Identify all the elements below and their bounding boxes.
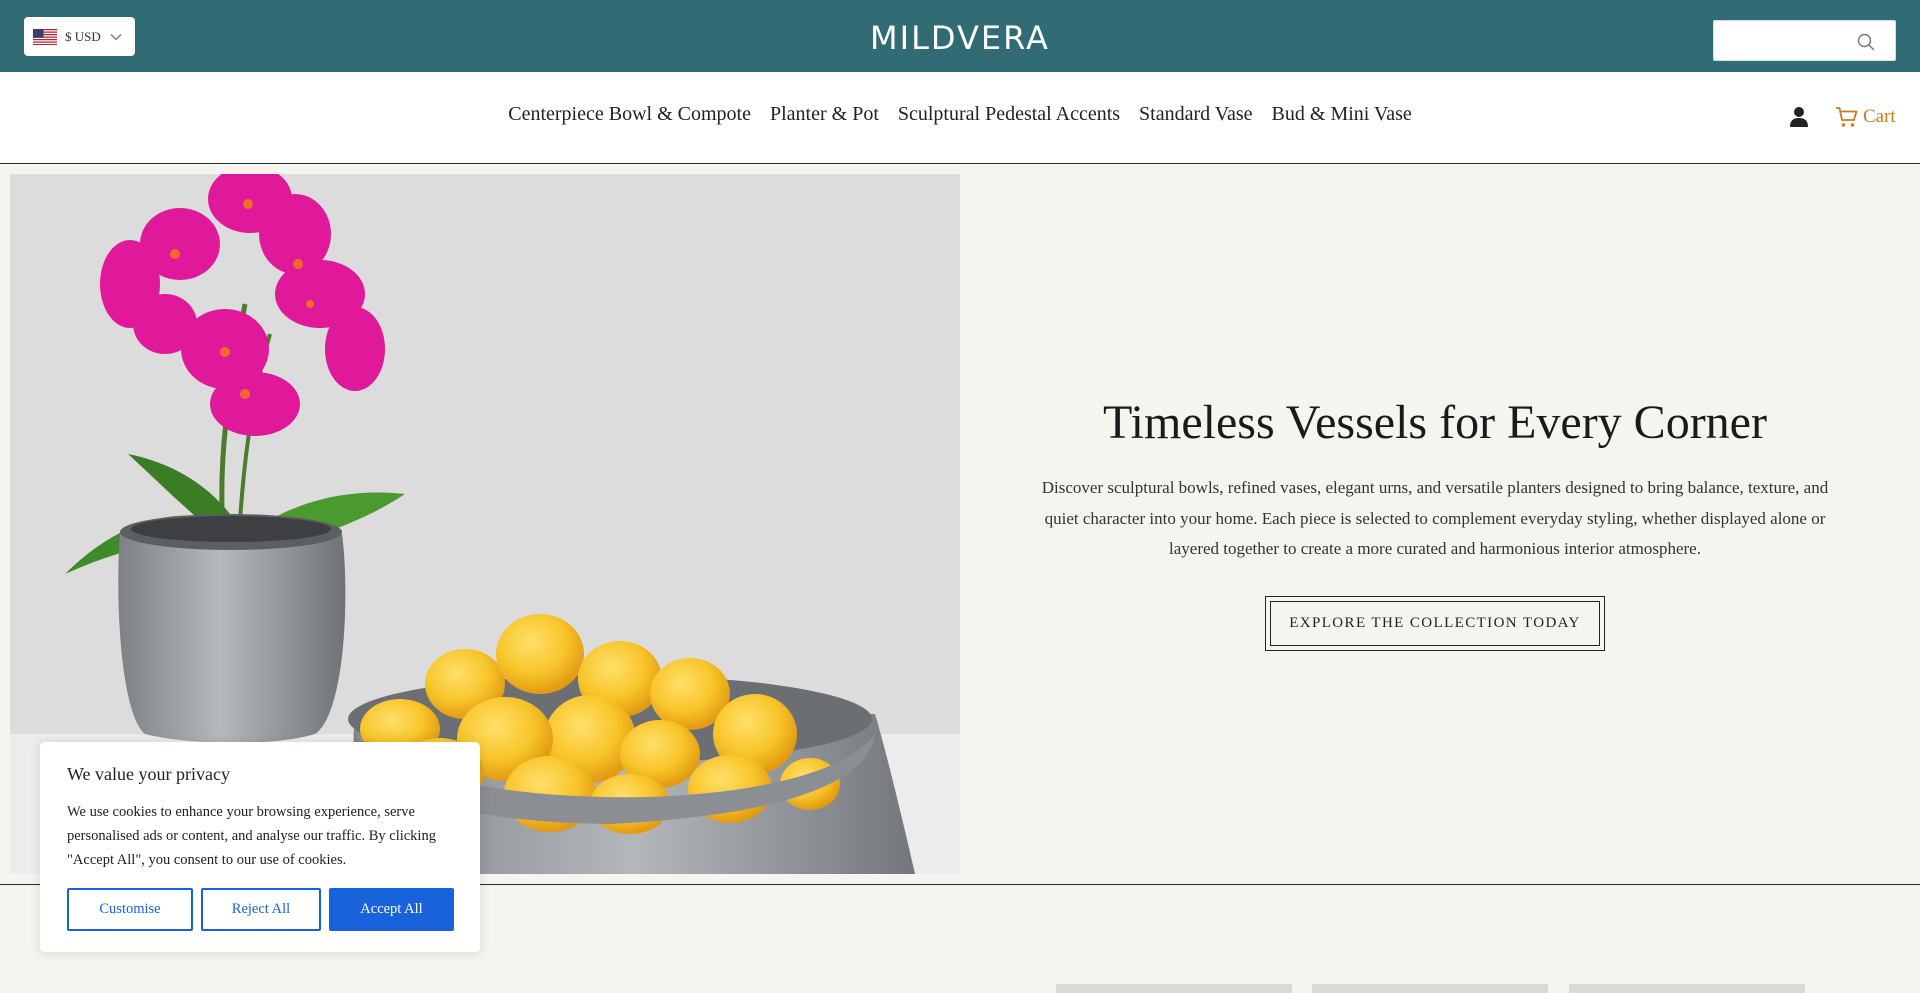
main-nav: Centerpiece Bowl & Compote Planter & Pot… [0, 72, 1920, 164]
cart-link[interactable]: Cart [1835, 105, 1896, 129]
cookie-title: We value your privacy [67, 764, 230, 784]
product-card-preview [1312, 984, 1548, 993]
product-card-preview [1569, 984, 1805, 993]
hero-description: Discover sculptural bowls, refined vases… [1041, 478, 1829, 558]
nav-item-planter-pot[interactable]: Planter & Pot [770, 103, 879, 126]
reject-all-button[interactable]: Reject All [201, 888, 321, 931]
accept-all-button[interactable]: Accept All [329, 888, 454, 931]
customise-button[interactable]: Customise [67, 888, 193, 931]
search-box[interactable] [1713, 20, 1896, 61]
brand-logo[interactable]: MILDVERA [0, 20, 1920, 56]
hero-title: Timeless Vessels for Every Corner [1103, 396, 1767, 449]
explore-collection-button[interactable]: Explore the collection today [1265, 596, 1605, 651]
nav-item-sculptural-pedestal[interactable]: Sculptural Pedestal Accents [898, 103, 1120, 126]
cart-label: Cart [1863, 106, 1896, 127]
nav-item-bud-mini-vase[interactable]: Bud & Mini Vase [1272, 103, 1412, 126]
nav-item-standard-vase[interactable]: Standard Vase [1139, 103, 1253, 126]
cart-icon [1836, 107, 1858, 127]
cookie-banner: We value your privacy We use cookies to … [40, 742, 480, 952]
top-bar: $ USD MILDVERA [0, 0, 1920, 72]
search-icon[interactable] [1857, 33, 1875, 51]
cookie-text: We use cookies to enhance your browsing … [67, 804, 436, 868]
nav-links: Centerpiece Bowl & Compote Planter & Pot… [0, 103, 1920, 126]
nav-item-centerpiece-bowl[interactable]: Centerpiece Bowl & Compote [508, 103, 751, 126]
person-icon[interactable] [1789, 106, 1809, 128]
product-card-preview [1056, 984, 1292, 993]
explore-collection-label: Explore the collection today [1270, 601, 1600, 646]
search-input[interactable] [1714, 21, 1854, 60]
